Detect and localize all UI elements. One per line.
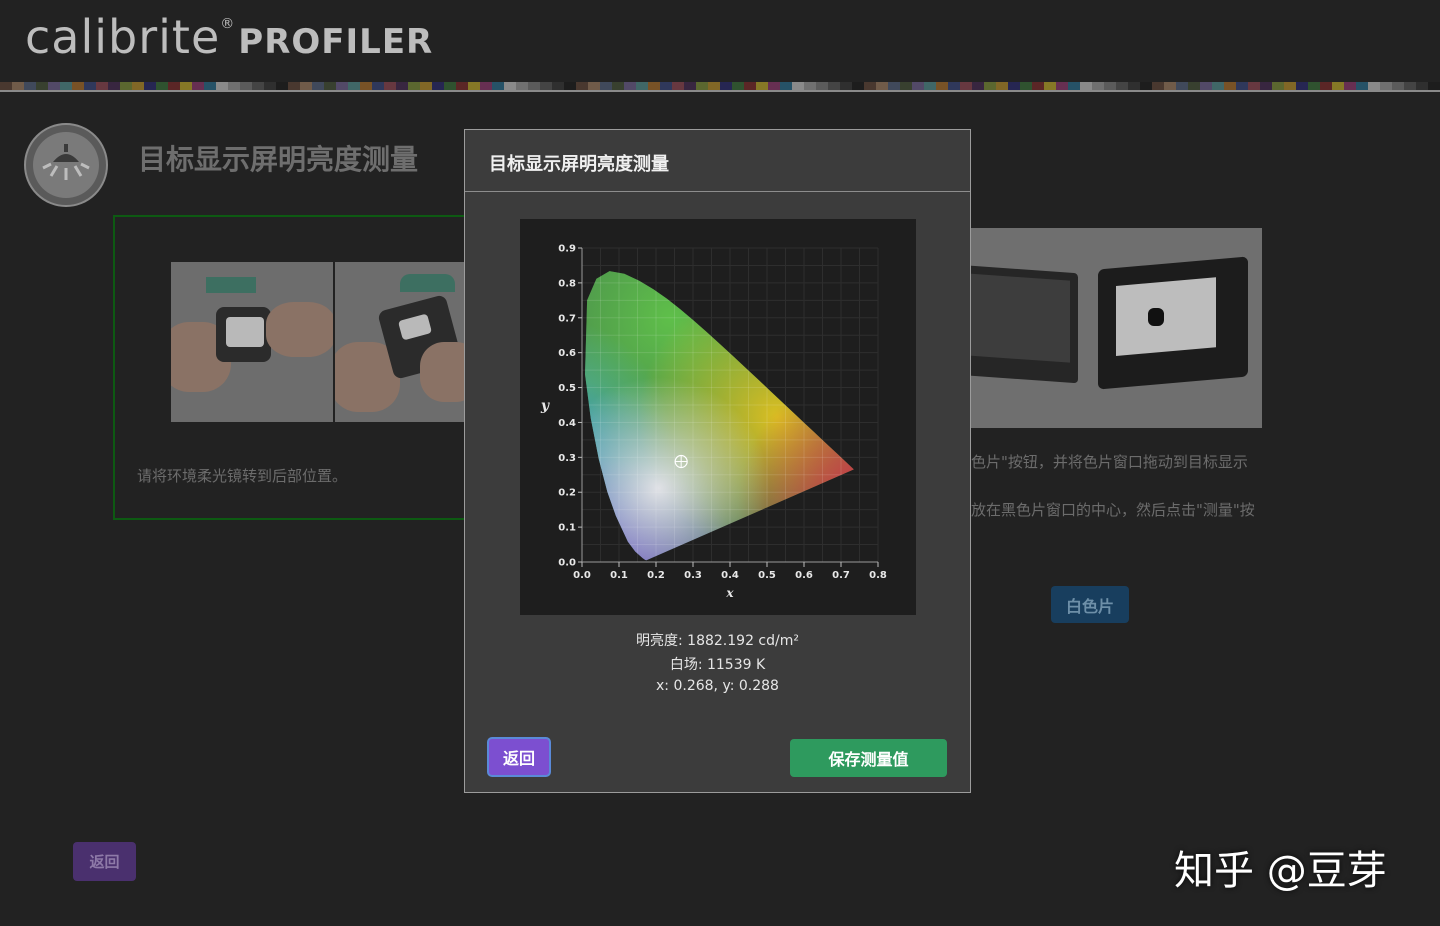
step-instruction-line-1: 色片"按钮，并将色片窗口拖动到目标显示 bbox=[971, 453, 1248, 471]
ambient-light-icon-inner bbox=[33, 132, 99, 198]
y-tick-label: 0.4 bbox=[558, 418, 576, 429]
step-instruction-line-2: 放在黑色片窗口的中心，然后点击"测量"按 bbox=[971, 501, 1255, 519]
ambient-light-icon bbox=[24, 123, 108, 207]
x-tick-label: 0.4 bbox=[721, 570, 739, 581]
y-tick-label: 0.1 bbox=[558, 523, 576, 534]
x-tick-label: 0.8 bbox=[869, 570, 887, 581]
page-back-button[interactable]: 返回 bbox=[73, 842, 136, 881]
y-tick-label: 0.3 bbox=[558, 453, 576, 464]
measured-white-point-marker bbox=[674, 454, 688, 469]
white-point-readout: 白场: 11539 K bbox=[669, 657, 766, 673]
x-tick-label: 0.5 bbox=[758, 570, 776, 581]
x-tick-label: 0.6 bbox=[795, 570, 813, 581]
y-tick-label: 0.5 bbox=[558, 383, 576, 394]
x-tick-label: 0.1 bbox=[610, 570, 628, 581]
calibrite-profiler-logo: calibrite® PROFILER bbox=[25, 10, 433, 64]
monitor-illustration-2 bbox=[1098, 256, 1248, 390]
luminance-readout: 明亮度: 1882.192 cd/m² bbox=[636, 633, 799, 649]
watermark: 知乎 @豆芽 bbox=[1174, 848, 1387, 894]
display-measurement-photo bbox=[968, 228, 1262, 428]
x-axis-label: x bbox=[725, 586, 734, 600]
logo-brand: calibrite bbox=[25, 10, 221, 64]
cie-chromaticity-chart: 0.0 0.1 0.2 0.3 0.4 0.5 0.6 0.7 0.8 0.0 0.1 0.2 0.3 0… bbox=[520, 219, 916, 615]
dialog-header: 目标显示屏明亮度测量 bbox=[465, 130, 970, 192]
dialog-title: 目标显示屏明亮度测量 bbox=[489, 154, 669, 175]
dialog-back-button[interactable]: 返回 bbox=[487, 737, 551, 777]
y-tick-label: 0.9 bbox=[558, 244, 576, 255]
save-measurement-button[interactable]: 保存测量值 bbox=[790, 739, 947, 777]
colorimeter-probe bbox=[1148, 308, 1164, 326]
y-axis-label: y bbox=[540, 398, 550, 414]
y-tick-label: 0.7 bbox=[558, 313, 576, 324]
diffuser-instruction-photo-1 bbox=[171, 262, 333, 422]
app-header: calibrite® PROFILER bbox=[0, 0, 1440, 92]
logo-product: PROFILER bbox=[238, 22, 434, 62]
cie-gamut-fill bbox=[585, 271, 854, 561]
color-swatch-strip bbox=[0, 82, 1440, 90]
x-tick-label: 0.0 bbox=[573, 570, 591, 581]
x-tick-label: 0.2 bbox=[647, 570, 665, 581]
diffuser-caption: 请将环境柔光镜转到后部位置。 bbox=[137, 467, 348, 485]
y-tick-label: 0.6 bbox=[558, 348, 576, 359]
x-tick-label: 0.3 bbox=[684, 570, 702, 581]
y-tick-label: 0.2 bbox=[558, 488, 576, 499]
ambient-diffuser-step-card: 请将环境柔光镜转到后部位置。 bbox=[113, 215, 475, 520]
y-tick-label: 0.0 bbox=[558, 558, 576, 569]
diffuser-instruction-photo-2 bbox=[335, 262, 475, 422]
logo-registered-mark: ® bbox=[220, 16, 235, 32]
cie-chart-svg: 0.0 0.1 0.2 0.3 0.4 0.5 0.6 0.7 0.8 0.0 0.1 0.2 0.3 0… bbox=[540, 244, 887, 601]
monitor-illustration-1 bbox=[968, 262, 1078, 384]
y-tick-label: 0.8 bbox=[558, 278, 576, 289]
white-patch-button[interactable]: 白色片 bbox=[1051, 586, 1129, 623]
x-tick-label: 0.7 bbox=[832, 570, 850, 581]
lamp-icon bbox=[42, 144, 90, 180]
luminance-measurement-dialog: 目标显示屏明亮度测量 0.0 0.1 0.2 0.3 0.4 0.5 0.6 0… bbox=[464, 129, 971, 793]
header-divider bbox=[0, 90, 1440, 92]
chromaticity-readout: x: 0.268, y: 0.288 bbox=[656, 678, 779, 694]
page-title: 目标显示屏明亮度测量 bbox=[138, 143, 419, 176]
